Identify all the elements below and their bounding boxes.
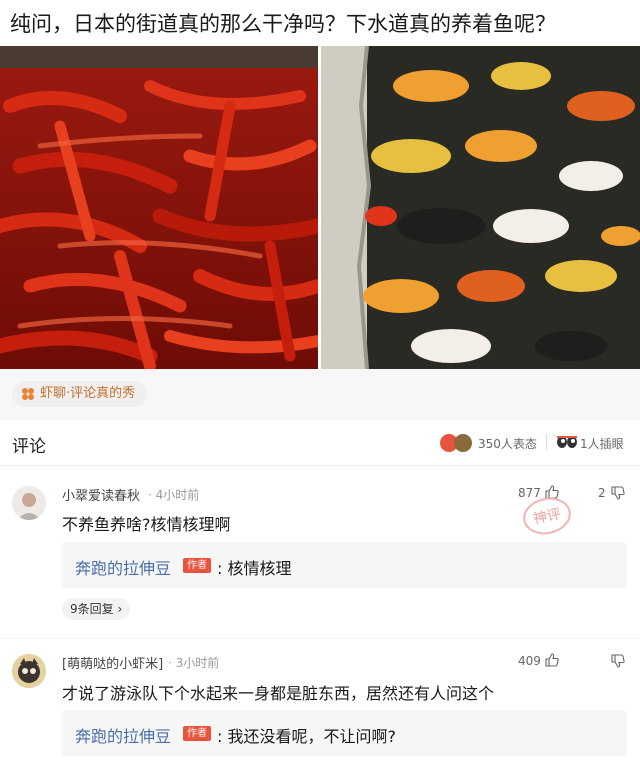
stamp-text: 神评 [532, 506, 563, 527]
author-reply[interactable]: 奔跑的拉伸豆 作者 : 核情核理 [62, 542, 627, 588]
topic-tag[interactable]: 虾聊·评论真的秀 [12, 381, 148, 407]
like-count[interactable]: 409 [518, 654, 541, 668]
comment-username[interactable]: 小翠爱读春秋 [62, 485, 140, 504]
author-badge: 作者 [183, 558, 211, 573]
comment-item: [萌萌哒的小虾米] · 3小时前 409 才说了游泳队下个水起来一身都是脏东西，… [0, 640, 640, 769]
header-divider [546, 434, 547, 450]
dislike-icon[interactable] [611, 654, 625, 668]
comment-text: 不养鱼养啥?核情核理啊 [62, 515, 231, 534]
dislike-icon[interactable] [611, 486, 625, 500]
post-images [0, 46, 640, 369]
comment-divider [0, 638, 640, 639]
comments-title: 评论 [12, 437, 46, 457]
top-comment-stamp: 神评 [523, 497, 571, 535]
sad-reaction-icon [454, 434, 472, 452]
reactions-count[interactable]: 350人表态 [478, 435, 537, 452]
like-icon[interactable] [545, 653, 559, 667]
topic-label: 虾聊·评论真的秀 [40, 386, 136, 401]
author-reply[interactable]: 奔跑的拉伸豆 作者 : 我还没看呢，不让问啊? [62, 710, 627, 756]
comment-time: · 3小时前 [168, 656, 220, 670]
reply-text: : 核情核理 [217, 559, 292, 578]
reply-author-name[interactable]: 奔跑的拉伸豆 [75, 555, 171, 579]
viewers-count[interactable]: 1人插眼 [580, 435, 624, 452]
chili-peppers-image[interactable] [0, 46, 318, 369]
dislike-count[interactable]: 2 [598, 486, 606, 500]
author-badge: 作者 [183, 726, 211, 741]
comment-item: 小翠爱读春秋 · 4小时前 877 2 不养鱼养啥?核情核理啊 奔跑的拉伸豆 作… [0, 466, 640, 636]
koi-fish-image[interactable] [321, 46, 640, 369]
comment-time: · 4小时前 [148, 488, 200, 502]
view-replies-button[interactable]: 9条回复 › [62, 598, 131, 620]
reply-text: : 我还没看呢，不让问啊? [217, 727, 396, 746]
post-title: 纯问，日本的街道真的那么干净吗？下水道真的养着鱼呢？ [10, 12, 556, 36]
comment-username[interactable]: [萌萌哒的小虾米] [62, 653, 163, 672]
avatar[interactable] [12, 486, 46, 520]
avatar[interactable] [12, 654, 46, 688]
reply-author-name[interactable]: 奔跑的拉伸豆 [75, 723, 171, 747]
comments-header: 评论 350人表态 1人插眼 [0, 420, 640, 466]
comment-text: 才说了游泳队下个水起来一身都是脏东西，居然还有人问这个 [62, 684, 495, 703]
eyes-icon [557, 436, 577, 448]
shrimp-icon [22, 388, 34, 400]
